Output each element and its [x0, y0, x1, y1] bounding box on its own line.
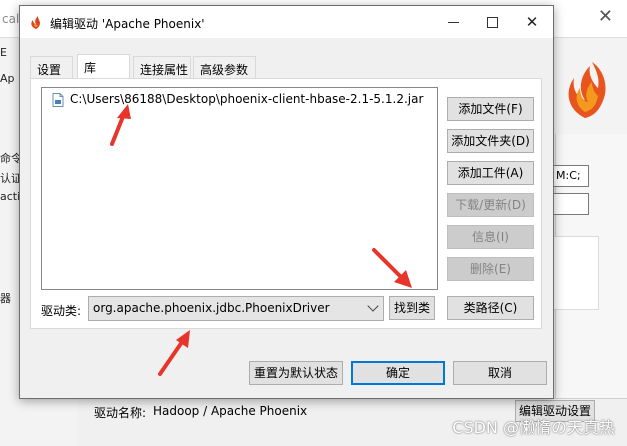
- annotation-arrow: [372, 248, 412, 288]
- download-update-button[interactable]: 下载/更新(D): [447, 193, 534, 217]
- close-icon[interactable]: ✕: [598, 6, 613, 27]
- cancel-button[interactable]: 取消: [453, 361, 547, 385]
- background-box: [553, 236, 599, 310]
- maximize-button[interactable]: [472, 6, 512, 38]
- classpath-button[interactable]: 类路径(C): [447, 296, 534, 320]
- add-folder-button[interactable]: 添加文件夹(D): [447, 129, 534, 153]
- edit-driver-dialog: 编辑驱动 'Apache Phoenix' ✕ 设置 库 连接属性 高级参数 C…: [19, 5, 554, 399]
- close-icon: ✕: [525, 13, 539, 31]
- annotation-arrow: [158, 330, 190, 376]
- driver-class-value: org.apache.phoenix.jdbc.PhoenixDriver: [93, 301, 330, 315]
- background-label: 器: [0, 292, 11, 305]
- tab-connection-properties[interactable]: 连接属性: [133, 56, 191, 78]
- add-file-button[interactable]: 添加文件(F): [447, 97, 534, 121]
- tab-library[interactable]: 库: [77, 54, 130, 79]
- flame-icon: [31, 16, 40, 29]
- tab-settings[interactable]: 设置: [30, 56, 73, 78]
- background-text-field[interactable]: M:C;: [553, 165, 589, 187]
- background-label: Ap: [0, 72, 15, 85]
- minimize-button[interactable]: [433, 6, 473, 38]
- background-label: acti: [0, 190, 21, 203]
- reset-defaults-button[interactable]: 重置为默认状态: [249, 361, 343, 385]
- dialog-titlebar: 编辑驱动 'Apache Phoenix' ✕: [20, 6, 553, 38]
- add-artifact-button[interactable]: 添加工件(A): [447, 161, 534, 185]
- dialog-title: 编辑驱动 'Apache Phoenix': [50, 17, 205, 31]
- driver-class-label: 驱动类:: [41, 304, 82, 318]
- close-button[interactable]: ✕: [512, 6, 552, 38]
- driver-name-label: 驱动名称:: [94, 406, 147, 420]
- phoenix-logo-icon: [568, 62, 606, 118]
- jar-file-icon: [52, 93, 64, 107]
- background-text-field[interactable]: [553, 193, 589, 215]
- find-class-button[interactable]: 找到类: [389, 296, 435, 320]
- annotation-arrow: [110, 104, 131, 146]
- background-label: E: [0, 46, 7, 59]
- maximize-icon: [486, 16, 498, 28]
- driver-class-select[interactable]: org.apache.phoenix.jdbc.PhoenixDriver: [88, 296, 384, 321]
- info-button[interactable]: 信息(I): [447, 225, 534, 249]
- ok-button[interactable]: 确定: [351, 361, 445, 385]
- delete-button[interactable]: 删除(E): [447, 257, 534, 281]
- chevron-down-icon: [367, 300, 379, 312]
- driver-name-value: Hadoop / Apache Phoenix: [153, 404, 308, 418]
- minimize-icon: [447, 21, 459, 23]
- watermark: CSDN @懒惰の天真热: [452, 418, 615, 437]
- tab-advanced-parameters[interactable]: 高级参数: [193, 56, 256, 78]
